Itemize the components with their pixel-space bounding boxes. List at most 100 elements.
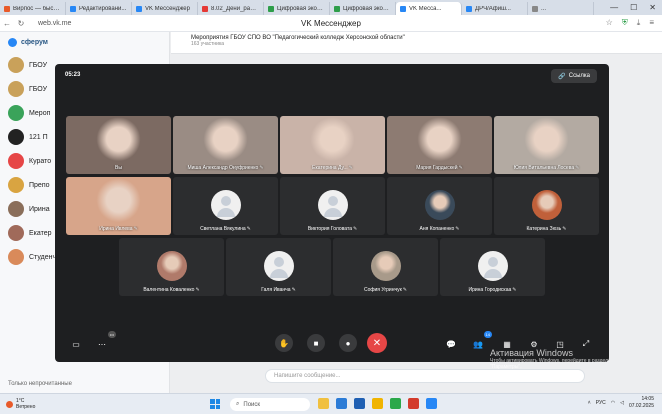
copy-link-label: Ссылка — [568, 73, 590, 79]
participant-name: Миша Александр Онуфриенко✎ — [173, 165, 278, 171]
hangup-icon: ✕ — [372, 337, 382, 349]
participant-tile[interactable]: Екатерина Ду...✎ — [280, 116, 385, 174]
participant-tile[interactable]: Юлия Витальевна Лосева✎ — [494, 116, 599, 174]
participants-button[interactable]: 👥 14 — [469, 331, 492, 353]
copy-link-button[interactable]: 🔗 Ссылка — [551, 69, 597, 83]
participant-avatar — [531, 190, 562, 220]
taskbar-search[interactable]: ⌕ Поиск — [230, 398, 310, 411]
chat-avatar — [8, 249, 24, 265]
chat-button[interactable]: 💬 — [442, 335, 460, 353]
minimize-icon[interactable]: — — [610, 3, 618, 12]
clock[interactable]: 14:05 07.02.2025 — [629, 396, 654, 410]
participant-avatar — [156, 251, 187, 281]
more-options-button[interactable]: ⋯ ••• — [93, 331, 116, 353]
default-avatar-icon — [317, 190, 348, 220]
participant-tile[interactable]: Мария Гардыскей✎ — [387, 116, 492, 174]
search-icon: ⌕ — [236, 401, 240, 407]
microphone-button[interactable]: ● — [339, 334, 357, 352]
tab-favicon-icon — [334, 5, 340, 12]
close-window-icon[interactable]: ✕ — [649, 3, 656, 12]
vk-icon[interactable] — [426, 398, 437, 409]
browser-tab[interactable]: VK Месса... — [396, 2, 462, 15]
participant-tile[interactable]: Валентина Коваленко✎ — [119, 238, 224, 296]
windows-start-icon[interactable] — [210, 399, 220, 409]
browser-tab[interactable]: 8.02_Дени_рассы... — [198, 2, 264, 15]
sferum-logo-icon — [8, 38, 17, 47]
weather-desc: Ветрено — [16, 404, 36, 410]
tab-label: Редактировани... — [79, 5, 127, 12]
participant-name-text: Екатерина Ду... — [312, 165, 348, 171]
tray-chevron-icon[interactable]: ˄ — [588, 400, 591, 406]
folder-icon[interactable] — [372, 398, 383, 409]
chat-avatar — [8, 177, 24, 193]
end-call-button[interactable]: ✕ — [367, 333, 387, 353]
participant-tile[interactable]: Ирина Ивлева✎ — [66, 177, 171, 235]
participant-name: Виктория Головата✎ — [280, 226, 385, 232]
browser-tab[interactable]: ДРЧ/Афиш... — [462, 2, 528, 15]
participant-tile[interactable]: Вы — [66, 116, 171, 174]
participant-tile[interactable]: Виктория Головата✎ — [280, 177, 385, 235]
raise-hand-button[interactable]: ✋ — [275, 334, 293, 352]
browser-tab[interactable]: Вирпос — быстр... — [0, 2, 66, 15]
sferum-logo[interactable]: сферум — [0, 32, 169, 53]
browser-tab[interactable]: ... — [528, 2, 594, 15]
file-explorer-icon[interactable] — [318, 398, 329, 409]
tab-label: ... — [541, 5, 547, 12]
maximize-icon[interactable]: ☐ — [630, 3, 637, 12]
camera-button[interactable]: ■ — [307, 334, 325, 352]
language-indicator[interactable]: РУС — [596, 400, 606, 406]
browser-tab[interactable]: Цифровая экосист... — [330, 2, 396, 15]
browser-tab[interactable]: VK Мессенджер — [132, 2, 198, 15]
participant-tile[interactable]: Галя Иванча✎ — [226, 238, 331, 296]
sferum-logo-text: сферум — [21, 39, 48, 46]
default-avatar-icon — [210, 190, 241, 220]
windows-taskbar: 1°C Ветрено ⌕ Поиск ˄ РУС ◠ ◁ 14:05 07.0… — [0, 393, 662, 414]
participant-name-text: Мария Гардыскей — [416, 165, 458, 171]
clock-time: 14:05 — [641, 396, 654, 402]
participant-tile[interactable]: Миша Александр Онуфриенко✎ — [173, 116, 278, 174]
participant-name-text: Катерина Зюзь — [526, 226, 562, 232]
tab-favicon-icon — [136, 5, 142, 12]
participant-tile[interactable]: София Угринчук✎ — [333, 238, 438, 296]
participant-name: Екатерина Ду...✎ — [280, 165, 385, 171]
participant-avatar — [424, 190, 455, 220]
participant-name: Ирина Городискаа✎ — [440, 287, 545, 293]
weather-widget[interactable]: 1°C Ветрено — [0, 398, 35, 410]
participant-name-text: Ирина Городискаа — [468, 287, 512, 293]
participant-name-text: Светлана Вякулина — [200, 226, 246, 232]
taskbar-search-label: Поиск — [243, 401, 261, 408]
message-input[interactable]: Напишите сообщение... — [265, 369, 585, 383]
yandex-icon[interactable] — [408, 398, 419, 409]
chat-name: Екатер — [29, 229, 52, 237]
chrome-icon[interactable] — [390, 398, 401, 409]
participant-name-text: Юлия Витальевна Лосева — [513, 165, 575, 171]
browser-tab[interactable]: Редактировани... — [66, 2, 132, 15]
default-avatar-icon — [477, 251, 508, 281]
weather-icon — [6, 400, 13, 408]
camera-icon: ■ — [313, 338, 319, 348]
participant-name: Валентина Коваленко✎ — [119, 287, 224, 293]
participant-tile[interactable]: Ирина Городискаа✎ — [440, 238, 545, 296]
volume-icon[interactable]: ◁ — [620, 400, 624, 406]
muted-mic-icon: ✎ — [259, 165, 264, 171]
more-icon: ⋯ — [98, 339, 106, 349]
participant-tile[interactable]: Катерина Зюзь✎ — [494, 177, 599, 235]
participant-tile[interactable]: Аня Копаненко✎ — [387, 177, 492, 235]
participant-tile[interactable]: Светлана Вякулина✎ — [173, 177, 278, 235]
default-avatar-icon — [263, 251, 294, 281]
participants-icon: 👥 — [473, 339, 483, 349]
wifi-icon[interactable]: ◠ — [611, 400, 615, 406]
chat-name: 121 П — [29, 133, 48, 141]
tab-label: VK Мессенджер — [145, 5, 190, 12]
system-tray: ˄ РУС ◠ ◁ 14:05 07.02.2025 — [588, 396, 654, 410]
chat-name: Ирина — [29, 205, 50, 213]
edge-icon[interactable] — [336, 398, 347, 409]
word-icon[interactable] — [354, 398, 365, 409]
participant-name: София Угринчук✎ — [333, 287, 438, 293]
muted-mic-icon: ✎ — [352, 226, 358, 232]
browser-tab[interactable]: Цифровая экосист... — [264, 2, 330, 15]
chat-avatar — [8, 201, 24, 217]
unread-only-toggle[interactable]: Только непрочитанные — [8, 381, 72, 387]
screen-share-icon[interactable]: ▭ — [67, 335, 85, 353]
participant-name: Катерина Зюзь✎ — [494, 226, 599, 232]
